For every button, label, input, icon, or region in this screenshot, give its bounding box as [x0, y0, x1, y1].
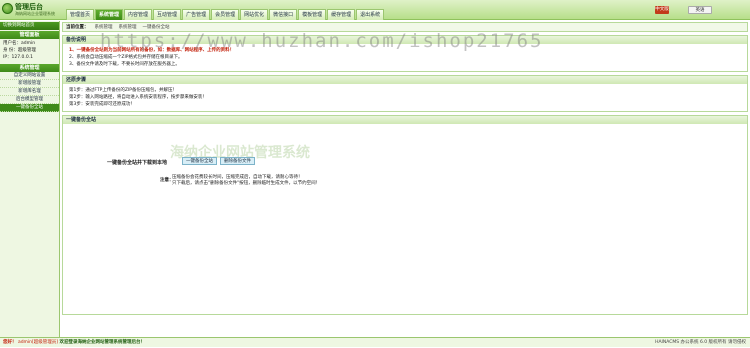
nav-tab[interactable]: 会员管理 — [211, 9, 240, 20]
sidebar-item[interactable]: 后台模型管理 — [0, 96, 59, 104]
nav-tab[interactable]: 缓存管理 — [327, 9, 356, 20]
nav-tab[interactable]: 内容管理 — [124, 9, 153, 20]
backup-operation-section: 一键备份全站 — [62, 115, 748, 315]
app-subtitle: 海纳网站企业管理系统 — [15, 11, 55, 16]
sidebar: 切换到网站首页 管理面板 用户名：admin 身 份：超级管理 IP：127.0… — [0, 21, 60, 337]
nav-tab[interactable]: 互动管理 — [153, 9, 182, 20]
step-line: 第1步：通过FTP上传备份的ZIP备份压缩包，并解压！ — [69, 88, 177, 93]
restore-steps-section: 还原步骤 第1步：通过FTP上传备份的ZIP备份压缩包，并解压！ 第2步：输入网… — [62, 75, 748, 112]
nav-tab[interactable]: 广告管理 — [182, 9, 211, 20]
main-content: 当前位置： 系统管理 系统管理 一键备份全站 备份说明 1、一键备份全站则为当前… — [62, 22, 748, 337]
user-info-line: 用户名：admin — [3, 41, 36, 46]
nav-tab[interactable]: 管理首页 — [66, 9, 95, 20]
watermark-url: https://www.huzhan.com/ishop21765 — [100, 30, 544, 52]
sidebar-home-link[interactable]: 切换到网站首页 — [0, 22, 59, 30]
sidebar-item[interactable]: 一键备份全站 — [0, 104, 59, 112]
nav-tab[interactable]: 网站优化 — [240, 9, 269, 20]
note-label: 注意： — [160, 178, 174, 183]
logo: 管理后台 海纳网站企业管理系统 — [2, 2, 60, 18]
nav-tab[interactable]: 退出系统 — [356, 9, 385, 20]
breadcrumb-label: 当前位置： — [66, 25, 89, 30]
backup-note: 注意： 压缩备份会花费较长时间，压缩完成后，自动下载，请耐心等待！ 只下载后，请… — [160, 175, 321, 187]
nav-tab[interactable]: 微信接口 — [269, 9, 298, 20]
backup-all-button[interactable]: 一键备份全站 — [182, 157, 217, 165]
header: 管理后台 海纳网站企业管理系统 管理首页 系统管理 内容管理 互动管理 广告管理 会员管理… — [0, 0, 750, 20]
user-info-line: IP：127.0.0.1 — [3, 55, 34, 60]
sidebar-menu: 自定义网站设置 新增版管理 新增库名理 后台模型管理 一键备份全站 — [0, 72, 59, 112]
user-info: 用户名：admin 身 份：超级管理 IP：127.0.0.1 — [0, 39, 59, 62]
note-line: 只下载后，请点击"删除备份文件"按钮，删除临时生成文件，以节约空间！ — [172, 181, 321, 186]
step-line: 第3步：安装完成即可还原成功！ — [69, 102, 135, 107]
watermark-logo: 海纳企业网站管理系统 — [170, 145, 310, 161]
status-bar: 您好！ admin[超级管理员] 欢迎登录海纳企业网站管理系统管理后台！ HAI… — [0, 337, 750, 347]
main-nav: 管理首页 系统管理 内容管理 互动管理 广告管理 会员管理 网站优化 微信接口 模板管理 缓存管理… — [66, 9, 385, 20]
info-line: 2、系统会自动压缩成一个ZIP格式包并存储在根目录下。 — [69, 55, 183, 60]
nav-tab[interactable]: 系统管理 — [95, 9, 124, 20]
restore-steps-title: 还原步骤 — [63, 76, 747, 84]
step-line: 第2步：输入网站路径，将自动进入系统安装程序，按步骤来做安装！ — [69, 95, 207, 100]
backup-operation-title: 一键备份全站 — [63, 116, 747, 124]
info-line: 3、备份文件请及时下载，不要长时间存放在服务器上。 — [69, 62, 180, 67]
english-version-button[interactable]: 英语 — [688, 6, 712, 14]
status-greeting: 您好！ — [3, 340, 17, 345]
sidebar-item[interactable]: 新增库名理 — [0, 88, 59, 96]
logo-icon — [2, 3, 13, 14]
nav-tab[interactable]: 模板管理 — [298, 9, 327, 20]
sidebar-section-title: 系统管理 — [0, 64, 59, 72]
sidebar-panel-title: 管理面板 — [0, 31, 59, 39]
chinese-version-button[interactable]: 中文版 — [655, 6, 669, 14]
user-info-line: 身 份：超级管理 — [3, 48, 36, 53]
backup-label: 一键备份全站并下载到本地 — [107, 160, 168, 166]
status-user: admin[超级管理员] — [17, 340, 59, 345]
sidebar-item[interactable]: 自定义网站设置 — [0, 72, 59, 80]
delete-backup-button[interactable]: 删除备份文件 — [220, 157, 255, 165]
status-welcome: 欢迎登录海纳企业网站管理系统管理后台！ — [59, 340, 146, 345]
sidebar-item[interactable]: 新增版管理 — [0, 80, 59, 88]
